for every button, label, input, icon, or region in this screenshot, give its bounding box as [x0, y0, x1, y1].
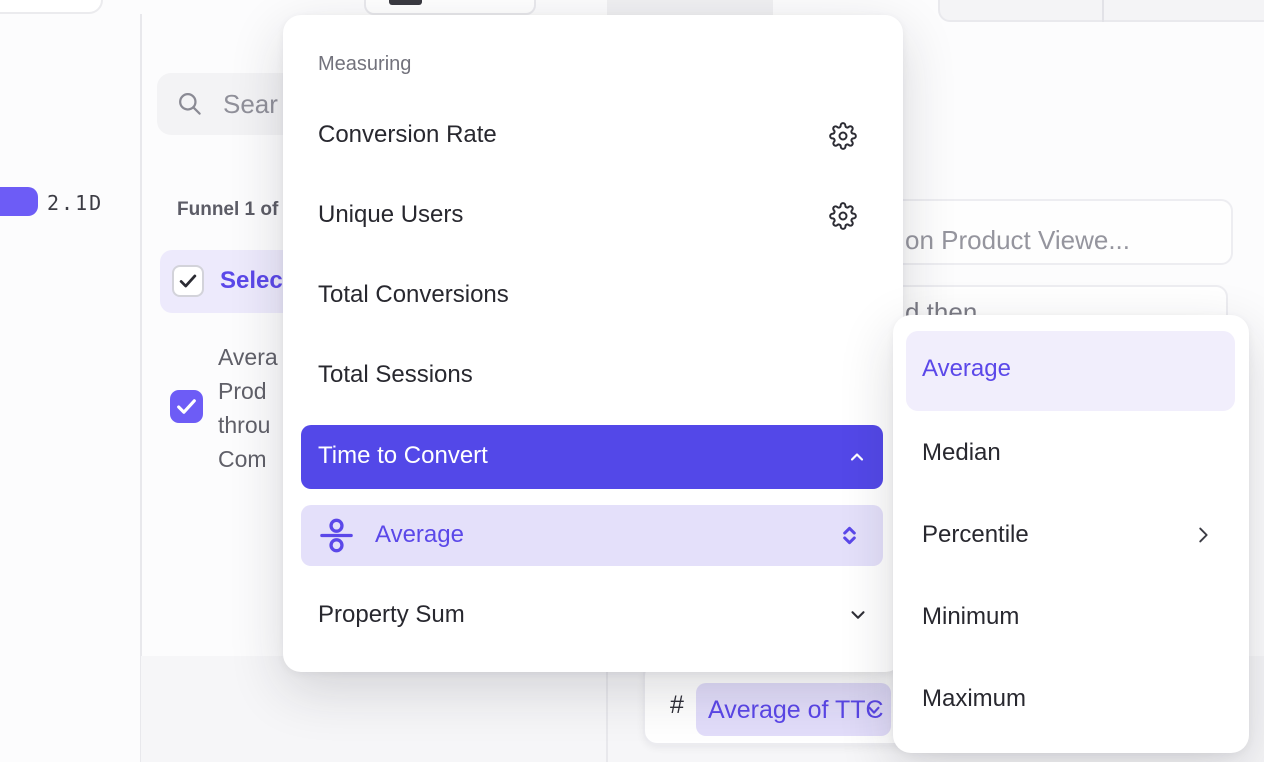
top-left-card-edge — [0, 0, 103, 14]
aggregation-menu: Average Median Percentile Minimum Maximu… — [893, 315, 1249, 753]
top-right-tabs[interactable] — [938, 0, 1264, 22]
metric-item-checkbox[interactable] — [170, 390, 203, 423]
gear-icon[interactable] — [829, 122, 857, 150]
chart-type-icon — [389, 0, 422, 5]
menu-subitem-average[interactable]: Average — [301, 505, 883, 566]
funnel-item-checkbox[interactable] — [172, 265, 204, 297]
metric-color-pill[interactable] — [0, 187, 38, 216]
average-of-ttc-label: Average of TTC — [708, 696, 884, 725]
description-line: Avera — [218, 340, 278, 374]
top-right-tabs-divider — [1102, 0, 1104, 22]
app-screen: 2.1D Sear Funnel 1 of Selec Avera Prod t… — [0, 0, 1264, 762]
average-divide-icon — [317, 516, 356, 555]
agg-item-maximum[interactable]: Maximum — [922, 685, 1026, 713]
numeric-metric-hash: # — [670, 691, 684, 720]
left-panel-divider — [140, 14, 142, 762]
check-icon — [174, 394, 199, 419]
description-line: Prod — [218, 374, 278, 408]
metric-item-description: Avera Prod throu Com — [218, 340, 278, 476]
chevron-up-icon — [847, 447, 867, 467]
funnel-step-event-label: on Product Viewe... — [905, 225, 1130, 256]
metric-duration-label: 2.1D — [47, 191, 103, 215]
average-sub-label: Average — [375, 521, 464, 549]
chevron-right-icon — [1192, 524, 1214, 546]
funnel-item-label: Selec — [220, 267, 283, 295]
average-of-ttc-dropdown[interactable]: Average of TTC — [696, 683, 891, 736]
search-icon — [176, 90, 203, 117]
funnel-list-header: Funnel 1 of — [177, 199, 278, 221]
menu-item-property-sum[interactable]: Property Sum — [318, 601, 465, 629]
gear-icon[interactable] — [829, 202, 857, 230]
agg-item-median[interactable]: Median — [922, 439, 1001, 467]
search-placeholder: Sear — [223, 89, 278, 120]
check-icon — [177, 270, 199, 292]
measuring-menu: Measuring Conversion Rate Unique Users T… — [283, 15, 903, 672]
menu-item-total-sessions[interactable]: Total Sessions — [318, 361, 473, 389]
time-to-convert-label: Time to Convert — [318, 442, 488, 470]
chevron-down-icon — [865, 701, 883, 719]
menu-item-conversion-rate[interactable]: Conversion Rate — [318, 121, 497, 149]
description-line: throu — [218, 408, 278, 442]
agg-item-average[interactable]: Average — [922, 355, 1011, 383]
description-line: Com — [218, 442, 278, 476]
measuring-menu-header: Measuring — [318, 53, 411, 76]
agg-item-minimum[interactable]: Minimum — [922, 603, 1019, 631]
menu-item-time-to-convert[interactable]: Time to Convert — [301, 425, 883, 489]
chevron-down-icon[interactable] — [847, 604, 869, 626]
chevron-up-down-icon — [838, 524, 861, 547]
agg-item-percentile[interactable]: Percentile — [922, 521, 1029, 549]
menu-item-total-conversions[interactable]: Total Conversions — [318, 281, 509, 309]
menu-item-unique-users[interactable]: Unique Users — [318, 201, 463, 229]
